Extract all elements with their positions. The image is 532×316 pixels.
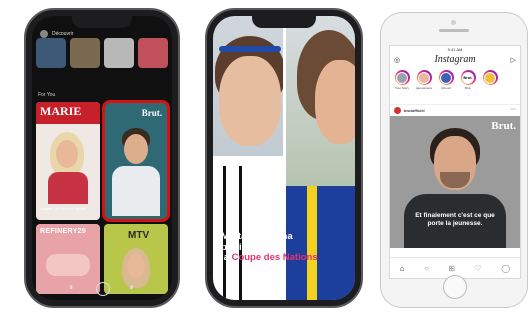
phone-screen: Découvrir For You MARIE Angèle, la nouve… — [32, 16, 172, 300]
tile-caption: Angèle, la nouvelle égérie — [40, 206, 87, 211]
search-icon[interactable]: ○ — [424, 264, 429, 273]
story-thumb[interactable] — [70, 38, 100, 68]
headband — [219, 46, 281, 52]
avatar — [484, 71, 496, 84]
video-subtitle: Et finalement c'est ce que porte la jeun… — [398, 212, 512, 228]
shirt — [48, 172, 88, 204]
hand-image — [46, 254, 90, 276]
story-thumbnails — [36, 38, 168, 68]
home-button[interactable] — [443, 275, 467, 299]
story-name: chlo.art — [441, 86, 451, 90]
notch — [252, 16, 316, 28]
story-thumb[interactable] — [104, 38, 134, 68]
avatar[interactable] — [394, 107, 401, 114]
section-label: For You — [38, 92, 56, 98]
front-camera — [451, 20, 456, 25]
add-post-icon[interactable]: ⊞ — [448, 264, 455, 273]
heart-icon[interactable]: ♡ — [475, 264, 482, 273]
avatar[interactable] — [40, 30, 48, 38]
notch — [72, 16, 132, 28]
face — [219, 56, 281, 146]
home-icon[interactable]: ▘ — [70, 286, 75, 293]
subtitle-line: Et finalement c'est ce que — [415, 212, 495, 219]
story-item[interactable]: janecamera — [415, 70, 433, 100]
profile-icon[interactable]: ◯ — [501, 264, 510, 273]
story-item[interactable]: chlo.art — [437, 70, 455, 100]
avatar — [396, 71, 408, 84]
post-header: brutofficiel ⋯ — [390, 104, 520, 115]
brand-overlay: Brut. — [491, 120, 516, 132]
selected-outline — [102, 100, 170, 222]
page-title: Découvrir — [52, 31, 74, 37]
phone-stories-browse: Découvrir For You MARIE Angèle, la nouve… — [24, 8, 180, 308]
app-title: Instagram — [434, 54, 476, 65]
stories-bar: Your Story janecamera chlo.art Brut. Bru… — [393, 70, 520, 100]
tile-brand: MTV — [128, 230, 150, 241]
story-name: Your Story — [395, 86, 409, 90]
story-thumb[interactable] — [36, 38, 66, 68]
more-options-icon[interactable]: ⋯ — [510, 106, 516, 113]
status-time: 9:41 AM — [447, 47, 463, 52]
avatar — [440, 71, 452, 84]
phone-instagram-feed: 9:41 AM ◎ Instagram ▷ Your Story janecam… — [380, 12, 528, 308]
tile-mtv[interactable]: MTV — [104, 224, 168, 294]
story-item[interactable]: Brut. Brut. — [459, 70, 477, 100]
tile-refinery29[interactable]: REFINERY29 — [36, 224, 100, 294]
caption-line: la Coupe des Nations — [221, 252, 349, 264]
face — [315, 60, 355, 144]
tile-marie-claire[interactable]: MARIE Angèle, la nouvelle égérie — [36, 102, 100, 220]
story-item[interactable]: Your Story — [393, 70, 411, 100]
tile-brand: REFINERY29 — [40, 228, 86, 235]
face — [56, 140, 78, 168]
face — [127, 254, 145, 278]
phone-screen: 9:41 AM ◎ Instagram ▷ Your Story janecam… — [389, 45, 521, 279]
home-icon[interactable]: ⌂ — [400, 264, 405, 273]
caption-line: Marta et Tatiana — [221, 231, 293, 242]
caption-prefix: la — [221, 252, 229, 263]
capture-button[interactable] — [96, 282, 110, 296]
story-item[interactable] — [481, 70, 499, 100]
story-name: janecamera — [416, 86, 432, 90]
story-caption: Marta et Tatiana participent à la Coupe … — [221, 231, 349, 264]
phone-screen: Marta et Tatiana participent à la Coupe … — [213, 16, 355, 300]
phone-story-viewer: Marta et Tatiana participent à la Coupe … — [205, 8, 363, 308]
post-username[interactable]: brutofficiel — [404, 108, 425, 113]
avatar: Brut. — [462, 71, 474, 84]
story-name: Brut. — [464, 86, 472, 90]
tile-brand: MARIE — [40, 104, 82, 118]
subtitle-line: porte la jeunesse. — [427, 220, 483, 227]
story-thumb[interactable] — [138, 38, 168, 68]
post-video[interactable]: Brut. Et finalement c'est ce que porte l… — [390, 116, 520, 248]
avatar — [418, 71, 430, 84]
library-icon[interactable]: ▝ — [128, 286, 133, 293]
speaker — [439, 29, 469, 32]
direct-message-icon[interactable]: ▷ — [511, 56, 516, 64]
caption-highlight: Coupe des Nations — [231, 252, 318, 263]
